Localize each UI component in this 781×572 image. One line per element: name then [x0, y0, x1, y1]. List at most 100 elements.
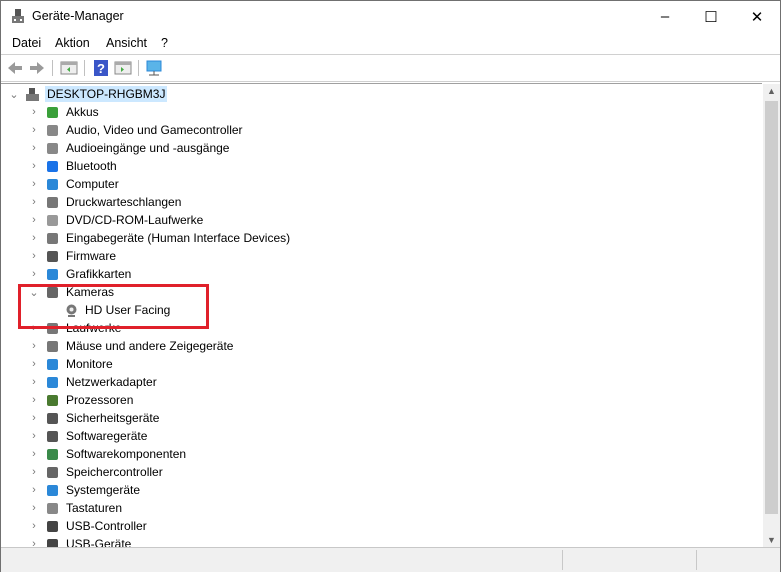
tree-category[interactable]: › Prozessoren — [1, 391, 401, 409]
tree-category[interactable]: › Tastaturen — [1, 499, 401, 517]
chevron-right-icon[interactable]: › — [29, 430, 39, 442]
scan-hardware-icon[interactable] — [145, 59, 163, 77]
chevron-right-icon[interactable]: › — [29, 484, 39, 496]
highlight-box — [18, 284, 209, 329]
chevron-right-icon[interactable]: › — [29, 466, 39, 478]
root-label: DESKTOP-RHGBM3J — [45, 86, 168, 102]
device-manager-window: Geräte-Manager – ☐ ✕ Datei Aktion Ansich… — [0, 0, 781, 572]
status-divider — [696, 550, 697, 570]
category-label: Bluetooth — [66, 159, 117, 173]
device-category-icon — [47, 466, 58, 478]
device-category-icon — [47, 502, 58, 514]
device-category-icon — [47, 268, 58, 280]
update-driver-icon[interactable] — [114, 59, 132, 77]
tree-category[interactable]: › DVD/CD-ROM-Laufwerke — [1, 211, 401, 229]
tree-category[interactable]: › Audioeingänge und -ausgänge — [1, 139, 401, 157]
scrollbar-thumb[interactable] — [765, 101, 778, 514]
device-category-icon — [47, 376, 58, 388]
minimize-button[interactable]: – — [642, 1, 688, 32]
chevron-right-icon[interactable]: › — [29, 124, 39, 136]
chevron-right-icon[interactable]: › — [29, 106, 39, 118]
category-label: Speichercontroller — [66, 465, 163, 479]
chevron-right-icon[interactable]: › — [29, 232, 39, 244]
device-category-icon — [47, 196, 58, 208]
chevron-down-icon[interactable]: ⌄ — [9, 88, 19, 101]
svg-text:?: ? — [97, 61, 105, 76]
category-label: Sicherheitsgeräte — [66, 411, 160, 425]
menu-datei[interactable]: Datei — [12, 36, 41, 50]
chevron-right-icon[interactable]: › — [29, 502, 39, 514]
category-label: Eingabegeräte (Human Interface Devices) — [66, 231, 291, 245]
chevron-right-icon[interactable]: › — [29, 376, 39, 388]
vertical-scrollbar[interactable]: ▲ ▼ — [763, 84, 780, 547]
tree-category[interactable]: › Mäuse und andere Zeigegeräte — [1, 337, 401, 355]
tree-root[interactable]: ⌄ DESKTOP-RHGBM3J — [1, 85, 301, 103]
toolbar-separator — [84, 60, 85, 76]
tree-category[interactable]: › Softwaregeräte — [1, 427, 401, 445]
chevron-right-icon[interactable]: › — [29, 394, 39, 406]
category-label: Softwaregeräte — [66, 429, 148, 443]
chevron-right-icon[interactable]: › — [29, 412, 39, 424]
chevron-right-icon[interactable]: › — [29, 250, 39, 262]
device-category-icon — [47, 340, 58, 352]
scroll-up-icon[interactable]: ▲ — [763, 86, 780, 96]
menu-aktion[interactable]: Aktion — [55, 36, 90, 50]
menu-help[interactable]: ? — [161, 36, 168, 50]
device-category-icon — [47, 142, 58, 154]
tree-category[interactable]: › Firmware — [1, 247, 401, 265]
computer-icon — [26, 87, 39, 101]
chevron-right-icon[interactable]: › — [29, 340, 39, 352]
tree-category[interactable]: › Softwarekomponenten — [1, 445, 401, 463]
tree-category[interactable]: › Sicherheitsgeräte — [1, 409, 401, 427]
forward-icon[interactable] — [28, 59, 46, 77]
tree-category[interactable]: › Bluetooth — [1, 157, 401, 175]
title-bar: Geräte-Manager – ☐ ✕ — [1, 1, 780, 32]
menu-bar: Datei Aktion Ansicht ? — [1, 33, 780, 53]
device-category-icon — [47, 484, 58, 496]
status-bar — [1, 547, 780, 572]
tree-category[interactable]: › Druckwarteschlangen — [1, 193, 401, 211]
chevron-right-icon[interactable]: › — [29, 214, 39, 226]
back-icon[interactable] — [6, 59, 24, 77]
category-label: Netzwerkadapter — [66, 375, 157, 389]
tree-category[interactable]: › Grafikkarten — [1, 265, 401, 283]
category-label: Mäuse und andere Zeigegeräte — [66, 339, 234, 353]
properties-icon[interactable] — [60, 59, 78, 77]
help-icon[interactable]: ? — [92, 59, 110, 77]
category-label: Systemgeräte — [66, 483, 141, 497]
tree-category[interactable]: › USB-Controller — [1, 517, 401, 535]
tree-category[interactable]: › Audio, Video und Gamecontroller — [1, 121, 401, 139]
toolbar-separator — [138, 60, 139, 76]
menu-ansicht[interactable]: Ansicht — [106, 36, 147, 50]
window-title: Geräte-Manager — [32, 9, 124, 23]
chevron-right-icon[interactable]: › — [29, 358, 39, 370]
tree-category[interactable]: › Netzwerkadapter — [1, 373, 401, 391]
category-label: Audioeingänge und -ausgänge — [66, 141, 230, 155]
chevron-right-icon[interactable]: › — [29, 142, 39, 154]
chevron-right-icon[interactable]: › — [29, 178, 39, 190]
tree-category[interactable]: › Eingabegeräte (Human Interface Devices… — [1, 229, 401, 247]
category-label: USB-Controller — [66, 519, 147, 533]
tree-category[interactable]: › Monitore — [1, 355, 401, 373]
device-category-icon — [47, 250, 58, 262]
toolbar: ? — [1, 54, 780, 82]
category-label: Grafikkarten — [66, 267, 132, 281]
device-manager-icon — [12, 9, 24, 23]
maximize-button[interactable]: ☐ — [688, 1, 734, 32]
tree-category[interactable]: › Computer — [1, 175, 401, 193]
category-label: Computer — [66, 177, 119, 191]
tree-category[interactable]: › Speichercontroller — [1, 463, 401, 481]
tree-category[interactable]: › Akkus — [1, 103, 401, 121]
scroll-down-icon[interactable]: ▼ — [763, 535, 780, 545]
close-button[interactable]: ✕ — [734, 1, 780, 32]
device-category-icon — [47, 214, 58, 226]
chevron-right-icon[interactable]: › — [29, 160, 39, 172]
device-category-icon — [47, 358, 58, 370]
chevron-right-icon[interactable]: › — [29, 448, 39, 460]
chevron-right-icon[interactable]: › — [29, 268, 39, 280]
tree-category[interactable]: › Systemgeräte — [1, 481, 401, 499]
category-label: Druckwarteschlangen — [66, 195, 182, 209]
chevron-right-icon[interactable]: › — [29, 520, 39, 532]
device-category-icon — [47, 124, 58, 136]
chevron-right-icon[interactable]: › — [29, 196, 39, 208]
